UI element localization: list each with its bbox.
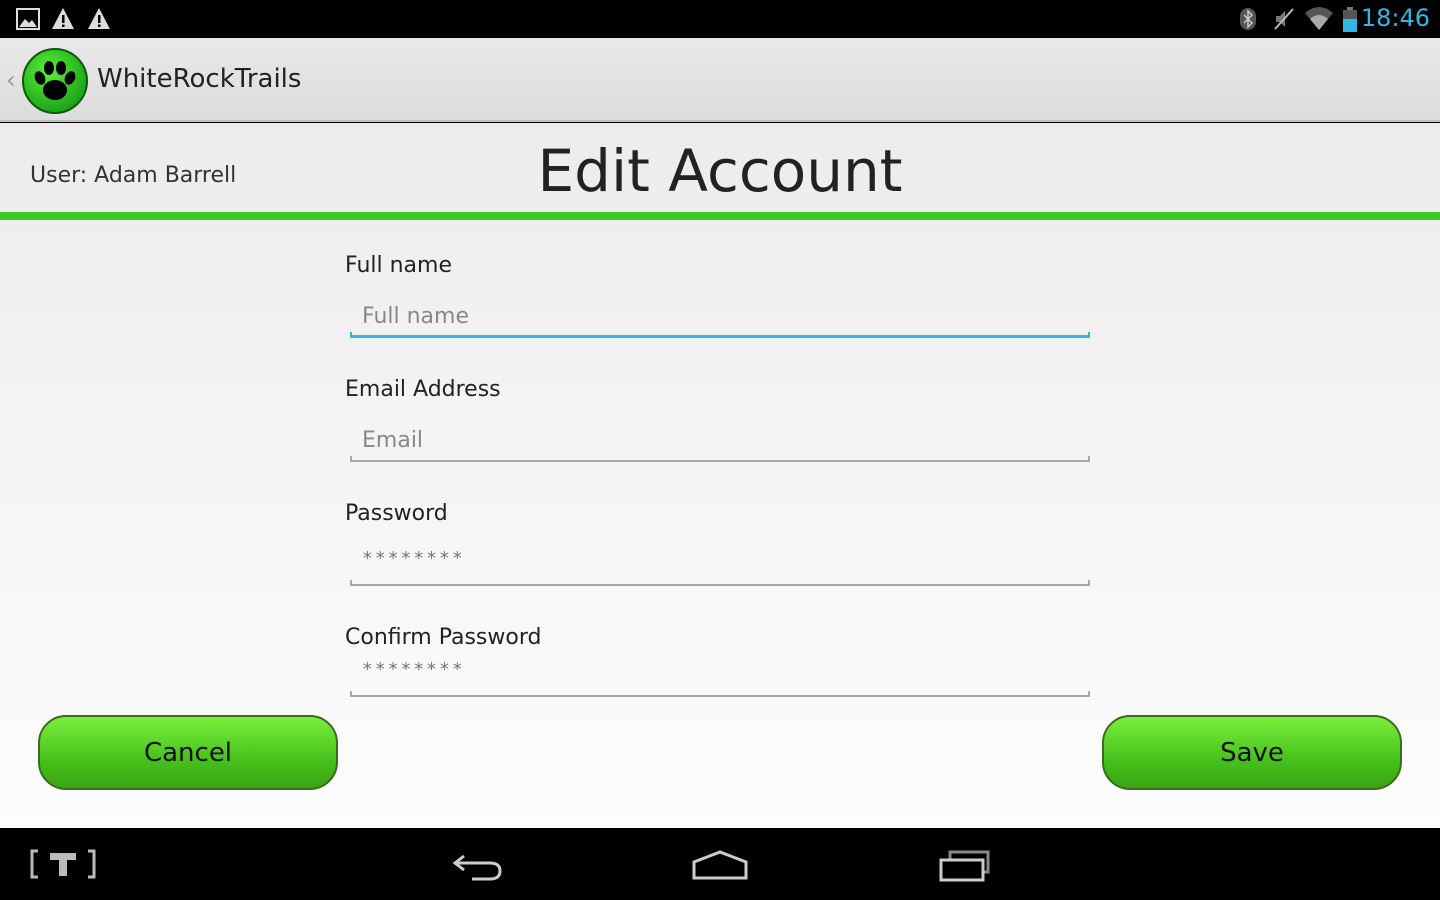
page-title: Edit Account <box>537 137 903 205</box>
full-name-underline <box>350 332 1090 338</box>
status-bar: 18:46 <box>0 0 1440 38</box>
header-divider <box>0 212 1440 220</box>
battery-icon <box>1343 7 1357 32</box>
warning-icon <box>88 8 110 29</box>
confirm-password-underline <box>350 691 1090 697</box>
up-caret-icon[interactable]: ‹ <box>6 66 16 94</box>
muted-icon <box>1274 8 1294 30</box>
full-name-field[interactable] <box>350 294 1090 338</box>
home-icon[interactable] <box>692 850 748 880</box>
wifi-icon <box>1305 7 1333 30</box>
status-time: 18:46 <box>1360 4 1430 32</box>
recent-apps-icon[interactable] <box>938 850 992 882</box>
email-underline <box>350 456 1090 462</box>
confirm-password-mask[interactable]: ******** <box>362 659 465 680</box>
tumblr-app-icon[interactable] <box>30 848 96 880</box>
confirm-password-label: Confirm Password <box>345 625 542 650</box>
password-mask[interactable]: ******** <box>362 548 465 569</box>
app-title: WhiteRockTrails <box>97 64 302 94</box>
image-notification-icon <box>16 8 40 30</box>
full-name-input[interactable] <box>350 294 1090 338</box>
email-field[interactable] <box>350 418 1090 462</box>
edit-account-screen: User: Adam Barrell Edit Account Full nam… <box>0 123 1440 828</box>
navigation-bar <box>0 828 1440 900</box>
full-name-label: Full name <box>345 253 453 278</box>
warning-icon <box>52 8 74 29</box>
action-bar: ‹ WhiteRockTrails <box>0 38 1440 122</box>
password-field[interactable]: ******** <box>350 542 1090 586</box>
paw-icon[interactable] <box>22 48 88 114</box>
back-icon[interactable] <box>452 850 504 882</box>
password-label: Password <box>345 501 448 526</box>
email-input[interactable] <box>350 418 1090 462</box>
header-row: User: Adam Barrell Edit Account <box>0 123 1440 220</box>
bluetooth-icon <box>1240 8 1256 30</box>
password-underline <box>350 580 1090 586</box>
save-button[interactable]: Save <box>1102 715 1402 790</box>
cancel-button[interactable]: Cancel <box>38 715 338 790</box>
email-label: Email Address <box>345 377 501 402</box>
confirm-password-field[interactable]: ******** <box>350 653 1090 697</box>
